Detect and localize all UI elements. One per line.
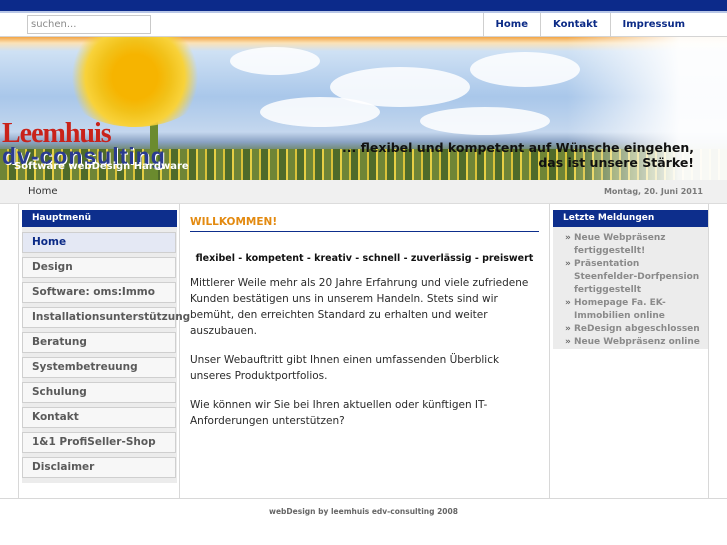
menu-item-design[interactable]: Design [22, 257, 176, 278]
left-column: Hauptmenü Home Design Software: oms:Immo… [19, 204, 190, 498]
slogan-line-2: das ist unsere Stärke! [538, 155, 694, 170]
news-item[interactable]: Neue Webpräsenz fertiggestellt! [565, 232, 704, 258]
toolbar: Home Kontakt Impressum [0, 13, 727, 37]
menu-item-systembetreuung[interactable]: Systembetreuung [22, 357, 176, 378]
news-title: Letzte Meldungen [553, 210, 708, 227]
news-item[interactable]: Präsentation Steenfelder-Dorfpension fer… [565, 258, 704, 297]
footer-credit[interactable]: webDesign by leemhuis edv-consulting 200… [0, 507, 727, 516]
news-item[interactable]: Neue Webpräsenz online [565, 336, 704, 349]
main-menu-title: Hauptmenü [22, 210, 177, 227]
logo[interactable]: Leemhuis dv-consulting [2, 120, 166, 168]
current-date: Montag, 20. Juni 2011 [603, 187, 703, 196]
tagline: flexibel - kompetent - kreativ - schnell… [195, 253, 534, 264]
logo-subtitle: Software webDesign Hardware [14, 161, 189, 172]
cloud [260, 97, 380, 127]
intro-paragraph: Mittlerer Weile mehr als 20 Jahre Erfahr… [190, 277, 529, 337]
search-input[interactable] [27, 15, 151, 34]
cloud [230, 47, 320, 75]
cloud [470, 52, 580, 87]
menu-item-schulung[interactable]: Schulung [22, 382, 176, 403]
portfolio-paragraph: Unser Webauftritt gibt Ihnen einen umfas… [190, 354, 500, 382]
header-banner: Leemhuis dv-consulting Software webDesig… [0, 37, 727, 180]
top-nav: Home Kontakt Impressum [482, 13, 711, 37]
menu-item-kontakt[interactable]: Kontakt [22, 407, 176, 428]
menu-item-home[interactable]: Home [22, 232, 176, 253]
content-area: Hauptmenü Home Design Software: oms:Immo… [18, 204, 709, 498]
breadcrumb[interactable]: Home [28, 186, 58, 197]
nav-impressum-link[interactable]: Impressum [609, 13, 711, 37]
right-column: Letzte Meldungen Neue Webpräsenz fertigg… [549, 204, 710, 498]
nav-kontakt-link[interactable]: Kontakt [540, 13, 610, 37]
slogan-line-1: ... flexibel und kompetent auf Wünsche e… [342, 140, 694, 155]
menu-item-installation[interactable]: Installationsunterstützung [22, 307, 190, 328]
news-item[interactable]: ReDesign abgeschlossen [565, 323, 704, 336]
menu-item-software[interactable]: Software: oms:Immo [22, 282, 176, 303]
dandelion-image [60, 37, 210, 127]
top-accent-bar [0, 0, 727, 11]
breadcrumb-bar: Home Montag, 20. Juni 2011 [0, 180, 727, 204]
main-menu: Home Design Software: oms:Immo Installat… [22, 227, 190, 483]
page-title: WILLKOMMEN! [190, 216, 539, 232]
cloud [420, 107, 550, 135]
main-content: WILLKOMMEN! flexibel - kompetent - kreat… [190, 216, 539, 429]
menu-item-disclaimer[interactable]: Disclaimer [22, 457, 176, 478]
question-paragraph: Wie können wir Sie bei Ihren aktuellen o… [190, 399, 488, 427]
slogan: ... flexibel und kompetent auf Wünsche e… [342, 140, 694, 170]
menu-item-shop[interactable]: 1&1 ProfiSeller-Shop [22, 432, 176, 453]
nav-home-link[interactable]: Home [482, 13, 540, 37]
news-list: Neue Webpräsenz fertiggestellt! Präsenta… [553, 227, 708, 349]
footer-divider [0, 498, 727, 499]
menu-item-beratung[interactable]: Beratung [22, 332, 176, 353]
news-item[interactable]: Homepage Fa. EK-Immobilien online [565, 297, 704, 323]
